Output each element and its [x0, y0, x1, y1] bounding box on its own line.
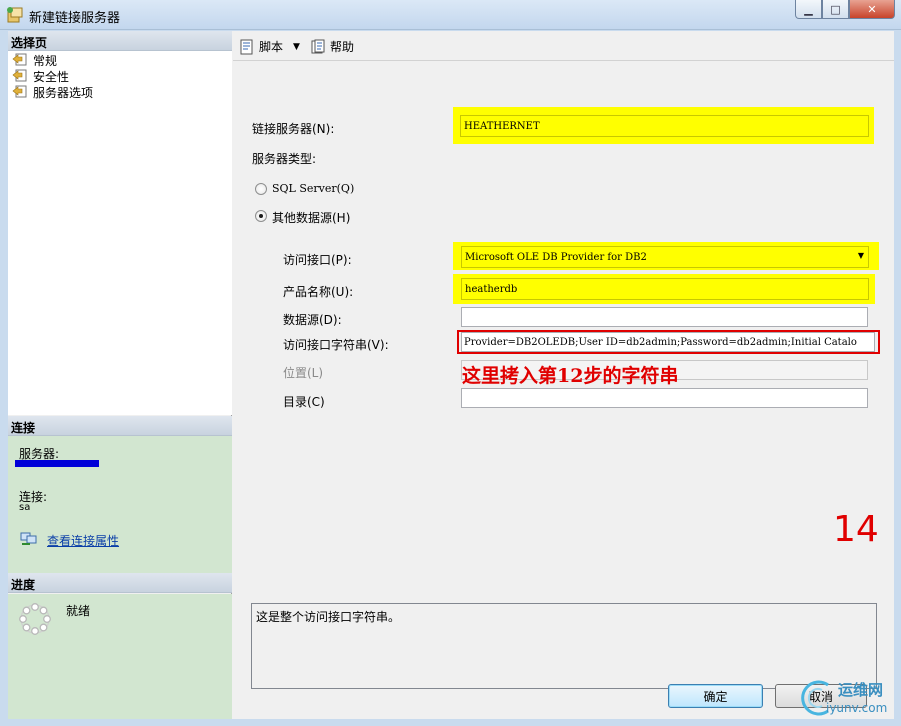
sql-server-radio[interactable]	[255, 183, 267, 195]
catalog-label: 目录(C)	[283, 395, 325, 409]
connection-value: sa	[19, 502, 31, 513]
page-item-label: 安全性	[33, 69, 70, 84]
server-type-label: 服务器类型:	[252, 152, 317, 166]
provider-select-value: Microsoft OLE DB Provider for DB2	[465, 252, 647, 263]
catalog-input[interactable]	[461, 388, 868, 408]
page-item-security[interactable]: 安全性	[8, 68, 232, 84]
page-icon	[12, 53, 27, 66]
select-page-header: 选择页	[8, 31, 232, 51]
page-icon	[12, 85, 27, 98]
ok-button[interactable]: 确定	[668, 684, 763, 708]
step-number-annotation: 14	[833, 509, 879, 550]
help-icon	[311, 39, 325, 53]
chevron-down-icon[interactable]: ▼	[858, 251, 864, 260]
paste-hint-annotation: 这里拷入第12步的字符串	[462, 365, 679, 387]
connection-panel: 服务器: 连接: sa 查看连接属性	[8, 436, 232, 573]
pages-list: 常规 安全性 服务器选项	[8, 51, 232, 415]
dialog-client: 选择页 常规 安全性 服务器选项 连接 服务器: 连接: sa 查看连接属性 进…	[8, 31, 894, 719]
script-button[interactable]: 脚本 ▼	[239, 38, 300, 55]
provider-label: 访问接口(P):	[283, 253, 352, 267]
help-button[interactable]: 帮助	[310, 38, 354, 55]
location-label: 位置(L)	[283, 366, 324, 380]
product-name-label: 产品名称(U):	[283, 285, 354, 299]
provider-string-input[interactable]: Provider=DB2OLEDB;User ID=db2admin;Passw…	[461, 332, 875, 352]
page-item-label: 常规	[33, 53, 58, 68]
page-item-server-options[interactable]: 服务器选项	[8, 84, 232, 100]
progress-spinner-icon	[19, 603, 51, 635]
progress-panel: 就绪	[8, 594, 232, 719]
linked-server-window-icon	[7, 7, 23, 23]
product-name-input[interactable]: heatherdb	[461, 278, 869, 300]
close-button[interactable]: ✕	[849, 0, 895, 19]
script-icon	[240, 39, 253, 54]
chevron-down-icon[interactable]: ▼	[293, 42, 300, 52]
minimize-button[interactable]: ▁	[795, 0, 822, 19]
window-title: 新建链接服务器	[29, 11, 121, 26]
page-icon	[12, 69, 27, 82]
watermark-cn: 运维网	[838, 681, 884, 699]
general-page: 链接服务器(N): HEATHERNET 服务器类型: SQL Server(Q…	[233, 62, 894, 689]
toolbar: 脚本 ▼ 帮助	[233, 31, 894, 61]
maximize-button[interactable]: □	[822, 0, 849, 19]
linked-server-input[interactable]: HEATHERNET	[460, 115, 869, 137]
linked-server-label: 链接服务器(N):	[252, 122, 335, 136]
script-label: 脚本	[259, 40, 284, 54]
progress-status: 就绪	[66, 604, 91, 618]
watermark-logo: 运维网 iyunv.com	[798, 677, 892, 719]
watermark-url: iyunv.com	[826, 701, 888, 715]
title-bar: 新建链接服务器 ▁ □ ✕	[0, 0, 901, 30]
left-pane: 选择页 常规 安全性 服务器选项 连接 服务器: 连接: sa 查看连接属性 进…	[8, 31, 232, 719]
progress-header: 进度	[8, 573, 232, 593]
connection-header: 连接	[8, 416, 232, 436]
other-data-source-radio[interactable]	[255, 210, 267, 222]
page-item-general[interactable]: 常规	[8, 52, 232, 68]
description-box: 这是整个访问接口字符串。	[251, 603, 877, 689]
other-data-source-radio-label: 其他数据源(H)	[272, 211, 351, 225]
data-source-label: 数据源(D):	[283, 313, 342, 327]
help-label: 帮助	[330, 40, 355, 54]
provider-string-label: 访问接口字符串(V):	[283, 338, 389, 352]
page-item-label: 服务器选项	[33, 85, 94, 100]
provider-select[interactable]: Microsoft OLE DB Provider for DB2 ▼	[461, 246, 869, 268]
data-source-input[interactable]	[461, 307, 868, 327]
view-connection-properties-link[interactable]: 查看连接属性	[47, 532, 119, 549]
description-text: 这是整个访问接口字符串。	[256, 610, 401, 624]
sql-server-radio-label: SQL Server(Q)	[272, 182, 355, 195]
connection-properties-icon	[20, 532, 37, 545]
server-redaction-bar	[15, 460, 99, 467]
